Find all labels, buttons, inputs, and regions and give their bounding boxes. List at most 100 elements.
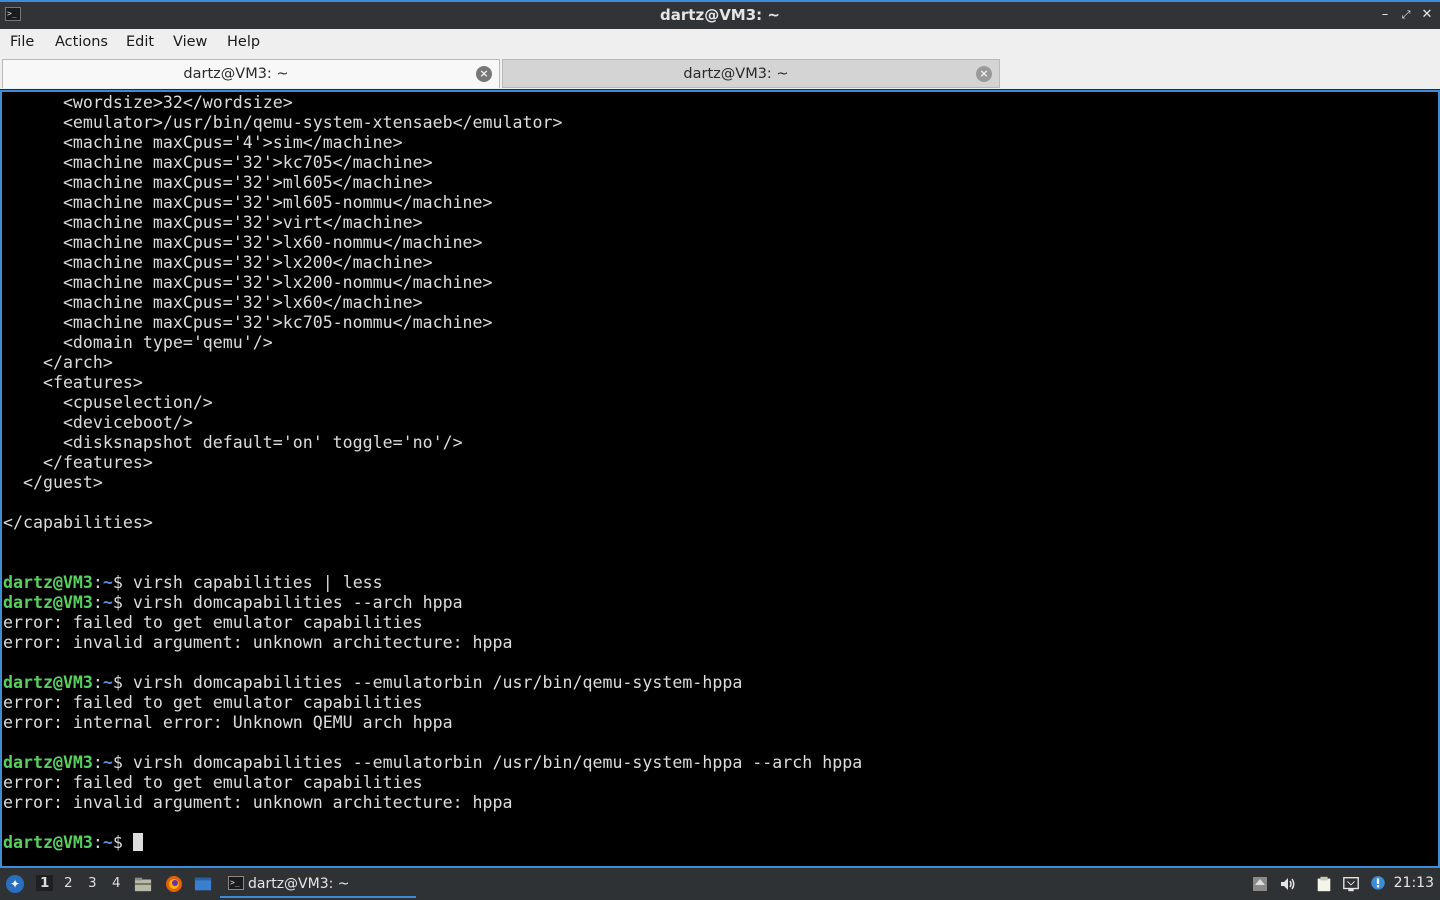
workspace-3[interactable]: 3 [88,875,97,891]
network-icon[interactable] [1342,875,1360,893]
task-label: dartz@VM3: ~ [248,876,350,892]
prompt-symbol: $ [112,593,133,612]
window-title: dartz@VM3: ~ [660,6,780,24]
volume-icon[interactable] [1279,875,1297,893]
terminal-line: <machine maxCpus='32'>ml605-nommu</machi… [3,193,493,212]
terminal-line: dartz@VM3:~$ virsh domcapabilities --emu… [3,753,862,773]
terminal-line: error: failed to get emulator capabiliti… [3,773,423,792]
update-notifier-icon[interactable] [1251,875,1269,893]
terminal-line: <machine maxCpus='32'>kc705-nommu</machi… [3,313,493,332]
terminal-line: <machine maxCpus='32'>lx60-nommu</machin… [3,233,483,252]
prompt-path: ~ [102,753,113,772]
terminal-line: <machine maxCpus='32'>kc705</machine> [3,153,433,172]
terminal-line: dartz@VM3:~$ virsh capabilities | less [3,573,862,593]
prompt-user: dartz@VM3 [3,753,93,772]
window-titlebar[interactable]: >_ dartz@VM3: ~ – ⤢ ✕ [0,0,1440,29]
terminal-line: <machine maxCpus='32'>lx200</machine> [3,253,433,272]
workspace-4[interactable]: 4 [112,875,121,891]
terminal-output[interactable]: <wordsize>32</wordsize> <emulator>/usr/b… [0,90,1440,868]
terminal-icon: >_ [228,876,244,890]
prompt-separator: : [92,593,103,612]
command-text: virsh domcapabilities --emulatorbin /usr… [132,753,863,772]
terminal-line: <domain type='qemu'/> [3,333,273,352]
prompt-user: dartz@VM3 [3,673,93,692]
menu-actions[interactable]: Actions [55,34,108,50]
prompt-path: ~ [102,593,113,612]
command-text: virsh domcapabilities --arch hppa [132,593,463,612]
terminal-line: <machine maxCpus='32'>virt</machine> [3,213,423,232]
prompt-symbol: $ [112,573,133,592]
terminal-line: <machine maxCpus='4'>sim</machine> [3,133,403,152]
menu-view[interactable]: View [173,34,207,50]
prompt-separator: : [92,573,103,592]
prompt-user: dartz@VM3 [3,593,93,612]
taskbar: ✦ 1 2 3 4 >_ dartz@VM3: ~ 21:13 [0,868,1440,900]
terminal-line: <disksnapshot default='on' toggle='no'/> [3,433,463,452]
prompt-user: dartz@VM3 [3,573,93,592]
command-text: virsh capabilities | less [132,573,383,592]
terminal-line: error: internal error: Unknown QEMU arch… [3,713,453,732]
clock: 21:13 [1393,875,1434,891]
prompt-path: ~ [102,573,113,592]
prompt-symbol: $ [112,753,133,772]
file-manager-icon[interactable] [134,875,152,893]
terminal-line: dartz@VM3:~$ virsh domcapabilities --arc… [3,593,862,613]
terminal-line: </guest> [3,473,103,492]
command-text: virsh domcapabilities --emulatorbin /usr… [132,673,743,692]
restore-button[interactable]: ⤢ [1397,6,1415,24]
notification-icon[interactable] [1369,875,1387,893]
terminal-line: <cpuselection/> [3,393,213,412]
prompt-path: ~ [102,833,113,852]
terminal-line: dartz@VM3:~$ virsh domcapabilities --emu… [3,673,862,693]
terminal-line: error: failed to get emulator capabiliti… [3,613,423,632]
close-button[interactable]: ✕ [1418,6,1436,24]
terminal-line: </features> [3,453,153,472]
prompt-separator: : [92,833,103,852]
terminal-line: <features> [3,373,143,392]
terminal-line: error: failed to get emulator capabiliti… [3,693,423,712]
terminal-line: error: invalid argument: unknown archite… [3,793,513,812]
tab-1[interactable]: dartz@VM3: ~ × [2,59,500,88]
prompt-symbol: $ [112,673,133,692]
tab-2[interactable]: dartz@VM3: ~ × [502,59,1000,88]
close-tab-icon[interactable]: × [476,66,492,82]
close-tab-icon[interactable]: × [976,66,992,82]
menu-file[interactable]: File [10,34,34,50]
terminal-line: </capabilities> [3,513,153,532]
menu-edit[interactable]: Edit [126,34,154,50]
clipboard-icon[interactable] [1315,875,1333,893]
task-terminal[interactable]: >_ dartz@VM3: ~ [220,870,416,898]
terminal-line: <machine maxCpus='32'>lx60</machine> [3,293,423,312]
prompt-user: dartz@VM3 [3,833,93,852]
terminal-line: <emulator>/usr/bin/qemu-system-xtensaeb<… [3,113,563,132]
tab-label: dartz@VM3: ~ [683,66,789,82]
text-cursor [132,833,143,851]
prompt-symbol: $ [112,833,133,852]
tab-bar: dartz@VM3: ~ × dartz@VM3: ~ × [0,57,1440,89]
terminal-line: <wordsize>32</wordsize> [3,93,293,112]
prompt-separator: : [92,753,103,772]
workspace-2[interactable]: 2 [64,875,73,891]
terminal-line: </arch> [3,353,113,372]
terminal-line: error: invalid argument: unknown archite… [3,633,513,652]
firefox-icon[interactable] [165,875,183,893]
terminal-text: <wordsize>32</wordsize> <emulator>/usr/b… [3,93,862,853]
minimize-button[interactable]: – [1376,6,1394,24]
prompt-separator: : [92,673,103,692]
desktop-icon[interactable] [194,875,212,893]
workspace-1[interactable]: 1 [36,875,54,891]
terminal-line: dartz@VM3:~$ [3,833,862,853]
terminal-line: <deviceboot/> [3,413,193,432]
tab-label: dartz@VM3: ~ [183,66,289,82]
terminal-line: <machine maxCpus='32'>lx200-nommu</machi… [3,273,493,292]
prompt-path: ~ [102,673,113,692]
menu-help[interactable]: Help [227,34,260,50]
terminal-line: <machine maxCpus='32'>ml605</machine> [3,173,433,192]
start-menu-icon[interactable]: ✦ [6,875,24,893]
